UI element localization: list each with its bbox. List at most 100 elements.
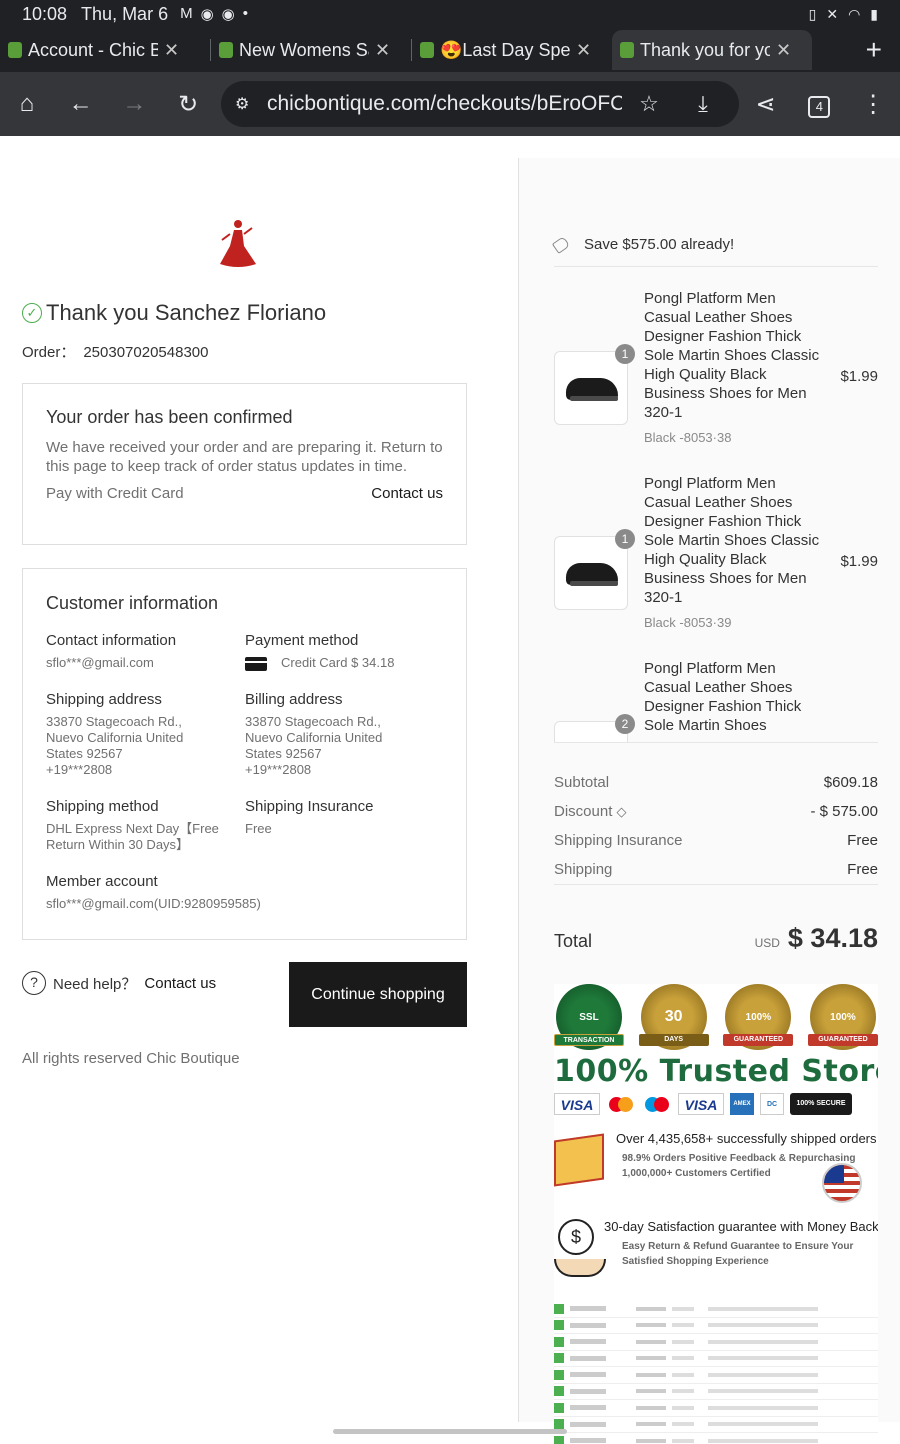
help-circle-icon: ? <box>22 971 46 995</box>
shipped-details: 98.9% Orders Positive Feedback & Repurch… <box>622 1151 855 1181</box>
clock: 10:08 <box>22 3 68 24</box>
product-name: Pongl Platform Men Casual Leather Shoes … <box>644 475 820 606</box>
discount-label-text: Discount <box>554 802 613 820</box>
billing-address-line: 33870 Stagecoach Rd., <box>245 714 381 729</box>
discount-row: Discount ◇ - $ 575.00 <box>554 797 878 825</box>
download-icon[interactable]: ⤓ <box>676 91 730 117</box>
browser-tab[interactable]: New Womens Sa ✕ <box>211 30 411 70</box>
product-thumbnail <box>554 351 628 425</box>
total-amount: $ 34.18 <box>787 923 878 953</box>
brand-logo <box>220 220 256 267</box>
trusted-store-heading: 100% Trusted Store <box>554 1054 878 1089</box>
line-item: 1 Pongl Platform Men Casual Leather Shoe… <box>554 474 878 659</box>
total-row: Total USD $ 34.18 <box>554 923 878 954</box>
table-row <box>554 1301 878 1318</box>
close-icon[interactable]: ✕ <box>375 40 390 61</box>
diners-club-logo-icon: DC <box>760 1093 784 1115</box>
divider <box>554 742 878 743</box>
trust-badges: SSL TRANSACTION 30 DAYS 100% GUARANTEED 100… <box>554 984 878 1050</box>
site-settings-icon[interactable]: ⚙ <box>235 94 267 114</box>
home-icon[interactable]: ⌂ <box>0 90 54 118</box>
browser-tab[interactable]: 😍Last Day Spe ✕ <box>412 30 612 70</box>
page-content: ✓ Thank you Sanchez Floriano Order： 25030… <box>0 136 900 1444</box>
new-tab-icon[interactable]: + <box>866 34 882 66</box>
discount-value: - $ 575.00 <box>810 802 878 820</box>
total-label: Total <box>554 931 593 951</box>
shipped-orders-block: Over 4,435,658+ successfully shipped ord… <box>554 1131 878 1203</box>
shipped-title: Over 4,435,658+ successfully shipped ord… <box>616 1131 877 1146</box>
shipped-orders-table <box>554 1301 878 1444</box>
shopify-favicon-icon <box>219 42 233 58</box>
guarantee-title: 30-day Satisfaction guarantee with Money… <box>604 1219 878 1234</box>
table-row <box>554 1351 878 1367</box>
line-item: 2 Pongl Platform Men Casual Leather Shoe… <box>554 659 878 743</box>
badge-text: 30 <box>664 1008 683 1025</box>
table-row <box>554 1367 878 1384</box>
status-date: Thu, Mar 6 <box>81 3 169 24</box>
wifi-icon: ◠ <box>848 5 861 22</box>
quantity-badge: 2 <box>615 714 635 734</box>
money-back-badge-icon: 30 DAYS <box>638 984 709 1050</box>
line-item: 1 Pongl Platform Men Casual Leather Shoe… <box>554 289 878 474</box>
divider <box>554 266 878 267</box>
help-contact-link[interactable]: Contact us <box>144 975 216 992</box>
payment-method-label: Payment method <box>245 632 359 649</box>
badge-ribbon: DAYS <box>638 1034 709 1046</box>
reload-icon[interactable]: ↻ <box>161 90 215 119</box>
tab-count: 4 <box>808 96 831 118</box>
mastercard-logo-icon <box>606 1093 636 1115</box>
visa-electron-logo-icon: VISA <box>678 1093 724 1115</box>
bookmark-star-icon[interactable]: ☆ <box>622 91 676 117</box>
table-row <box>554 1417 878 1433</box>
billing-address-line: +19***2808 <box>245 762 312 777</box>
thank-you-heading: ✓ Thank you Sanchez Floriano <box>22 300 326 326</box>
shipping-address-value: 33870 Stagecoach Rd., Nuevo California U… <box>46 714 245 778</box>
gesture-home-bar[interactable] <box>333 1429 567 1434</box>
quantity-badge: 1 <box>615 344 635 364</box>
shipping-address-line: States 92567 <box>46 746 123 761</box>
shipping-method-value: DHL Express Next Day【Free Return Within … <box>46 821 245 853</box>
tag-icon: ◇ <box>616 803 627 819</box>
savings-text: Save $575.00 already! <box>584 236 735 253</box>
tab-switcher-button[interactable]: 4 <box>792 90 846 118</box>
browser-toolbar: ⌂ ← → ↻ ⚙ chicbontique.com/checkouts/bEr… <box>0 72 900 136</box>
vibrate-icon: ▯ <box>808 5 817 22</box>
share-icon[interactable]: ⋖ <box>739 90 793 119</box>
shopify-favicon-icon <box>620 42 634 58</box>
maestro-logo-icon <box>642 1093 672 1115</box>
continue-shopping-button[interactable]: Continue shopping <box>289 962 467 1027</box>
address-bar[interactable]: ⚙ chicbontique.com/checkouts/bEroOFC ☆ ⤓ <box>221 81 739 127</box>
guarantee-details: Easy Return & Refund Guarantee to Ensure… <box>622 1239 853 1269</box>
chrome-icon: ◉ <box>200 6 214 23</box>
close-icon[interactable]: ✕ <box>576 40 591 61</box>
close-icon[interactable]: ✕ <box>164 40 179 61</box>
insurance-label: Shipping Insurance <box>554 831 683 849</box>
back-icon[interactable]: ← <box>54 90 108 118</box>
more-menu-icon[interactable]: ⋮ <box>846 90 900 119</box>
tab-title: New Womens Sa <box>239 39 369 60</box>
url-text[interactable]: chicbontique.com/checkouts/bEroOFC <box>267 92 622 116</box>
dollar-icon: $ <box>558 1219 594 1255</box>
tab-title: Account - Chic B <box>28 39 158 60</box>
product-name: Pongl Platform Men Casual Leather Shoes … <box>644 660 802 734</box>
shipping-row: Shipping Free <box>554 855 878 883</box>
guarantee-line: Satisfied Shopping Experience <box>622 1256 769 1267</box>
billing-address-label: Billing address <box>245 691 343 708</box>
divider <box>554 884 878 885</box>
browser-tab[interactable]: Account - Chic B ✕ <box>0 30 210 70</box>
visa-logo-icon: VISA <box>554 1093 600 1115</box>
payment-method-row: Credit Card $ 34.18 <box>245 655 445 671</box>
shipping-method-line: DHL Express Next Day【Free <box>46 821 219 836</box>
forward-icon[interactable]: → <box>108 90 162 118</box>
status-bar: 10:08 Thu, Mar 6 M ◉ ◉ • ▯ ✕ ◠ ▮ <box>0 0 900 28</box>
shipping-method: Shipping method DHL Express Next Day【Fre… <box>46 798 245 853</box>
order-number: 250307020548300 <box>83 344 209 361</box>
order-confirmed-card: Your order has been confirmed We have re… <box>22 383 467 545</box>
badge-ribbon: TRANSACTION <box>554 1034 624 1046</box>
contact-us-link[interactable]: Contact us <box>371 485 443 502</box>
browser-tab-active[interactable]: Thank you for yo ✕ <box>612 30 812 70</box>
amex-logo-icon: AMEX <box>730 1093 754 1115</box>
close-icon[interactable]: ✕ <box>776 40 791 61</box>
contact-info-label: Contact information <box>46 632 177 649</box>
contact-info-value: sflo***@gmail.com <box>46 655 154 670</box>
